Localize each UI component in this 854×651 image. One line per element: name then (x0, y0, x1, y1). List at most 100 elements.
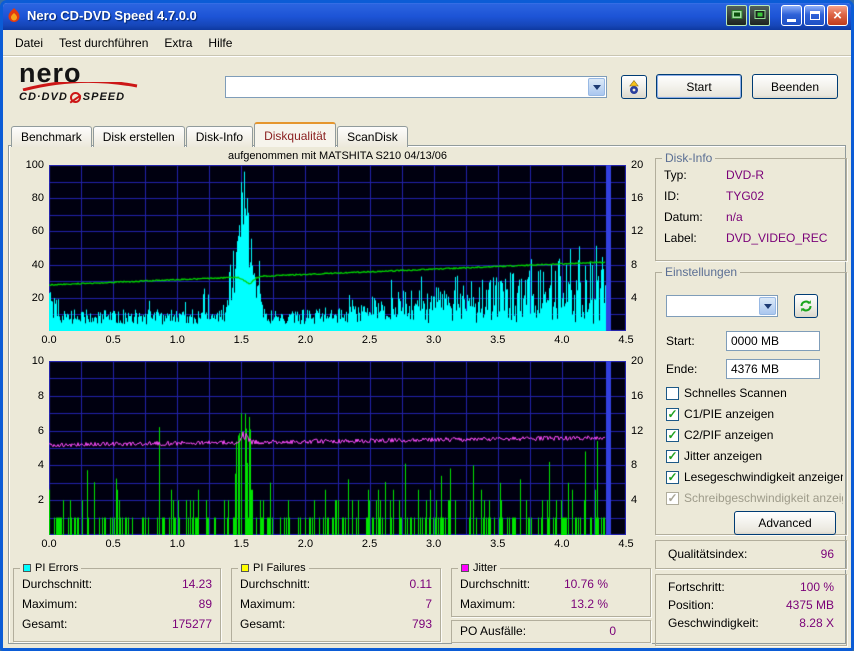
checkbox-c2-pif[interactable]: ✓C2/PIF anzeigen (666, 427, 843, 443)
progress-box: Fortschritt:100 % Position:4375 MB Gesch… (655, 574, 847, 646)
settings-group: Einstellungen 8 X Start: (655, 265, 847, 535)
pi-errors-panel: PI Errors Durchschnitt:14.23 Maximum:89 … (13, 562, 221, 642)
progress-row: Fortschritt:100 % (656, 575, 846, 596)
axis-tick-label: 2.0 (298, 334, 313, 346)
pi-errors-x-axis: 0.00.51.01.52.02.53.03.54.04.5 (49, 334, 626, 347)
axis-tick-label: 4.5 (618, 334, 633, 346)
refresh-icon (799, 299, 813, 313)
checkbox-box: ✓ (666, 450, 679, 463)
axis-tick-label: 20 (631, 159, 643, 171)
panel-title: PI Errors (35, 562, 78, 574)
chart-recording-note: aufgenommen mit MATSHITA S210 04/13/06 (49, 150, 626, 162)
axis-tick-label: 12 (631, 225, 643, 237)
axis-tick-label: 4.0 (554, 334, 569, 346)
pif-x-axis: 0.00.51.01.52.02.53.03.54.04.5 (49, 538, 626, 551)
axis-tick-label: 16 (631, 192, 643, 204)
axis-tick-label: 8 (631, 259, 637, 271)
po-failures-box: PO Ausfälle:0 (451, 620, 651, 643)
menu-datei[interactable]: Datei (7, 32, 51, 54)
axis-tick-label: 2.5 (362, 538, 377, 550)
pi-failures-swatch-icon (241, 564, 249, 572)
disk-info-row: Typ:DVD-R (656, 165, 846, 186)
eject-icon (626, 79, 642, 95)
advanced-button[interactable]: Advanced (734, 511, 836, 535)
minimize-icon (787, 19, 796, 22)
pi-errors-left-axis: 10080604020 (9, 165, 47, 331)
axis-tick-label: 4.0 (554, 538, 569, 550)
tab-benchmark[interactable]: Benchmark (11, 126, 92, 147)
jitter-swatch-icon (461, 564, 469, 572)
stat-row: Maximum:7 (232, 594, 440, 614)
nero-flame-icon (6, 7, 22, 23)
toolbar: nero CD·DVD SPEED [3:0] BENQ DVD LS DW16… (3, 57, 851, 119)
screen-dark-icon (754, 9, 766, 21)
chevron-down-icon[interactable] (759, 297, 776, 315)
tab-scandisk[interactable]: ScanDisk (337, 126, 408, 147)
checkbox-schnelles-scannen[interactable]: Schnelles Scannen (666, 385, 843, 401)
axis-tick-label: 20 (32, 292, 44, 304)
axis-tick-label: 10 (32, 355, 44, 367)
drive-select[interactable]: [3:0] BENQ DVD LS DW1655 BCGB (225, 76, 607, 98)
checkbox-jitter[interactable]: ✓Jitter anzeigen (666, 448, 843, 464)
pi-failures-jitter-chart (49, 361, 626, 535)
maximize-button[interactable] (804, 5, 825, 26)
checkbox-box: ✓ (666, 492, 679, 505)
window-title: Nero CD-DVD Speed 4.7.0.0 (27, 8, 197, 23)
quit-button[interactable]: Beenden (752, 74, 838, 99)
axis-tick-label: 3.0 (426, 538, 441, 550)
titlebar-tool-button-2[interactable] (749, 5, 770, 26)
disk-info-group: Disk-Info Typ:DVD-R ID:TYG02 Datum:n/a L… (655, 151, 847, 261)
pi-failures-panel: PI Failures Durchschnitt:0.11 Maximum:7 … (231, 562, 441, 642)
stat-row: Durchschnitt:10.76 % (452, 574, 650, 594)
minimize-button[interactable] (781, 5, 802, 26)
checkbox-box: ✓ (666, 429, 679, 442)
app-window: Nero CD-DVD Speed 4.7.0.0 × Datei Test d… (0, 0, 854, 651)
axis-tick-label: 3.5 (490, 538, 505, 550)
checkbox-lesegeschwindigkeit[interactable]: ✓Lesegeschwindigkeit anzeigen (666, 469, 843, 485)
tab-diskqualitaet[interactable]: Diskqualität (254, 122, 336, 147)
close-icon: × (833, 8, 842, 23)
maximize-icon (810, 11, 820, 20)
tab-disk-info[interactable]: Disk-Info (186, 126, 253, 147)
tab-bar: Benchmark Disk erstellen Disk-Info Diskq… (11, 121, 409, 147)
scan-speed-select[interactable]: 8 X (666, 295, 778, 317)
pif-left-axis: 108642 (9, 361, 47, 535)
disc-icon (70, 92, 81, 103)
checkbox-box: ✓ (666, 471, 679, 484)
axis-tick-label: 100 (26, 159, 44, 171)
jitter-panel: Jitter Durchschnitt:10.76 % Maximum:13.2… (451, 562, 651, 617)
menu-test-durchfuehren[interactable]: Test durchführen (51, 32, 156, 54)
position-row: Position:4375 MB (656, 596, 846, 614)
axis-tick-label: 80 (32, 192, 44, 204)
axis-tick-label: 1.0 (170, 538, 185, 550)
panel-title: Jitter (473, 562, 497, 574)
axis-tick-label: 16 (631, 390, 643, 402)
end-position-input[interactable] (726, 359, 820, 379)
checkbox-schreibgeschwindigkeit: ✓Schreibgeschwindigkeit anzeigen (666, 490, 843, 506)
stat-row: Maximum:13.2 % (452, 594, 650, 614)
start-position-input[interactable] (726, 331, 820, 351)
screen-icon (731, 9, 743, 21)
disk-info-row: Datum:n/a (656, 207, 846, 228)
refresh-button[interactable] (794, 294, 818, 318)
menu-hilfe[interactable]: Hilfe (200, 32, 240, 54)
menu-extra[interactable]: Extra (156, 32, 200, 54)
stat-row: Durchschnitt:0.11 (232, 574, 440, 594)
chevron-down-icon[interactable] (588, 78, 605, 96)
checkbox-c1-pie[interactable]: ✓C1/PIE anzeigen (666, 406, 843, 422)
end-position-row: Ende: (666, 359, 836, 379)
axis-tick-label: 20 (631, 355, 643, 367)
close-button[interactable]: × (827, 5, 848, 26)
disk-info-row: Label:DVD_VIDEO_REC (656, 228, 846, 249)
titlebar[interactable]: Nero CD-DVD Speed 4.7.0.0 × (0, 0, 854, 30)
axis-tick-label: 4 (631, 494, 637, 506)
axis-tick-label: 2.0 (298, 538, 313, 550)
axis-tick-label: 0.0 (41, 538, 56, 550)
titlebar-tool-button-1[interactable] (726, 5, 747, 26)
tab-disk-erstellen[interactable]: Disk erstellen (93, 126, 185, 147)
eject-button[interactable] (621, 75, 647, 99)
pif-right-axis: 20161284 (628, 361, 654, 535)
axis-tick-label: 8 (38, 390, 44, 402)
start-button[interactable]: Start (656, 74, 742, 99)
axis-tick-label: 1.5 (234, 538, 249, 550)
